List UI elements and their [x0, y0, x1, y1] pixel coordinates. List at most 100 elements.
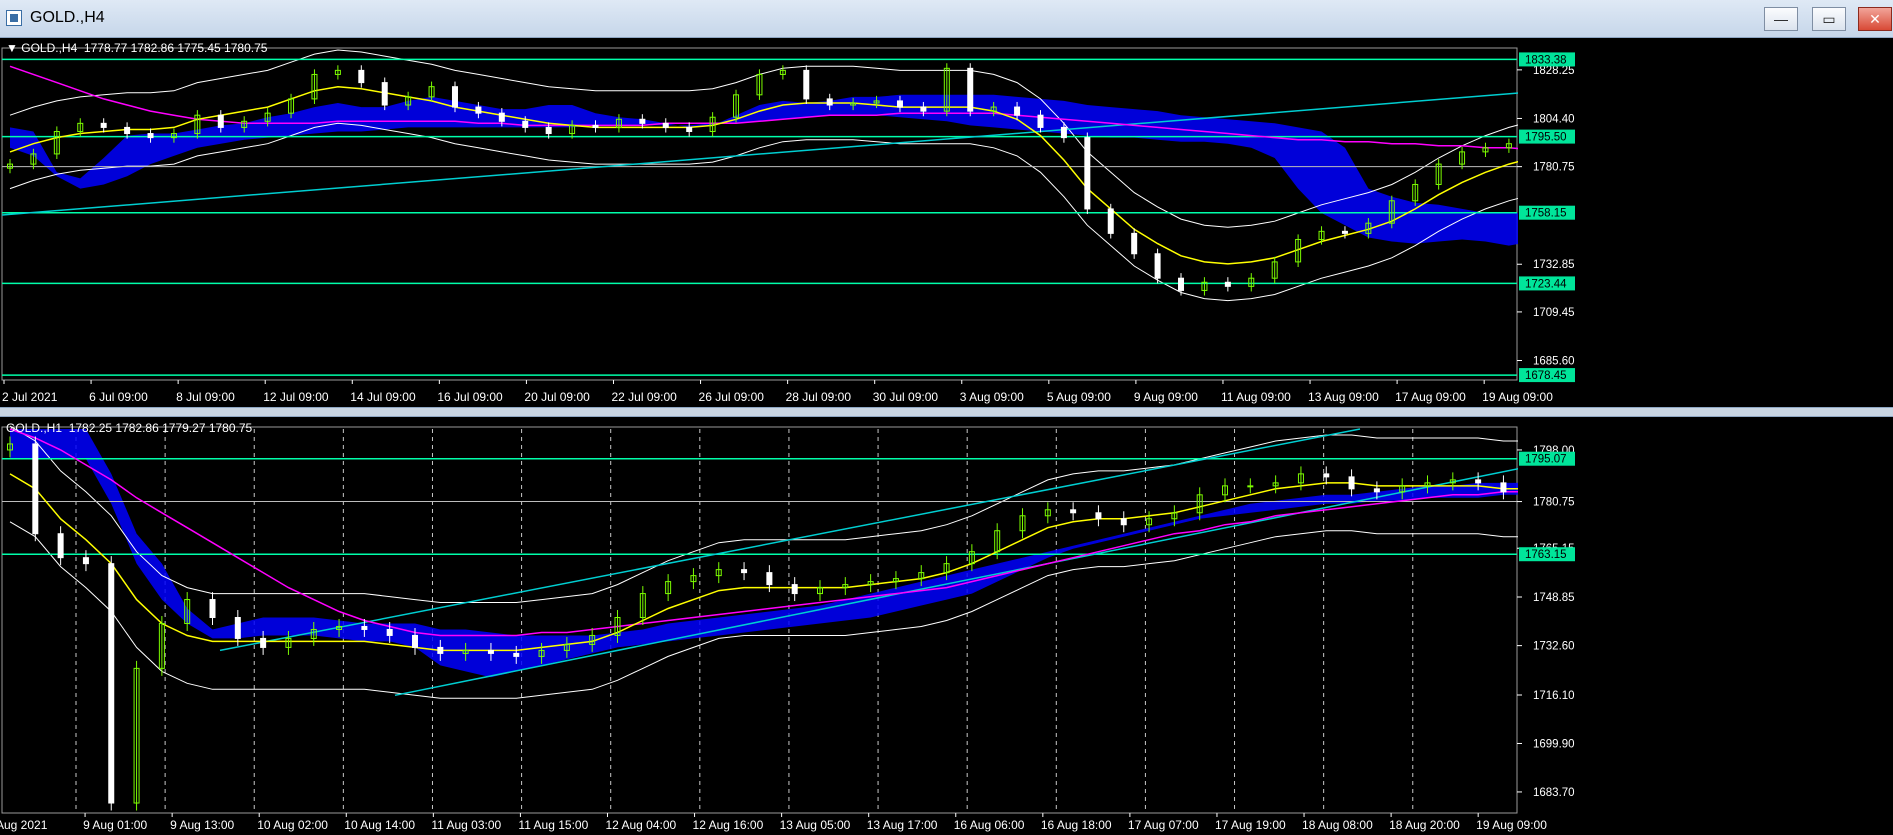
- time-axis-label: 26 Jul 09:00: [699, 390, 765, 404]
- candle-body: [896, 100, 903, 108]
- h4-ohlc-values: 1778.77 1782.86 1775.45 1780.75: [83, 41, 268, 55]
- price-tick-label: 1732.85: [1533, 259, 1575, 271]
- candle-body: [545, 126, 552, 135]
- pane-separator[interactable]: [0, 407, 1893, 417]
- level-price-badge-label: 1723.44: [1525, 278, 1567, 290]
- level-price-badge-label: 1678.45: [1525, 370, 1567, 382]
- time-axis-label: Aug 2021: [0, 818, 48, 832]
- time-axis-label: 11 Aug 15:00: [518, 818, 588, 832]
- dropdown-triangle-icon[interactable]: ▼: [6, 41, 18, 55]
- candle-body: [475, 106, 482, 114]
- time-axis-label: 17 Aug 07:00: [1128, 818, 1199, 832]
- candle-body: [686, 126, 693, 133]
- candle-body: [639, 118, 646, 124]
- candle-body: [1107, 208, 1114, 234]
- price-tick-label: 1828.25: [1533, 65, 1575, 77]
- candle-body: [82, 557, 89, 565]
- time-axis-label: 12 Aug 04:00: [605, 818, 676, 832]
- h1-symbol-label: GOLD.,H1: [6, 421, 63, 435]
- price-axis: [1518, 417, 1893, 835]
- time-axis-label: 19 Aug 09:00: [1482, 390, 1553, 404]
- candle-body: [412, 634, 418, 648]
- candle-body: [803, 69, 810, 100]
- time-axis-label: 9 Aug 13:00: [170, 818, 234, 832]
- candle-body: [1500, 482, 1507, 493]
- minimize-button[interactable]: —: [1764, 7, 1798, 31]
- candle-body: [1341, 230, 1348, 234]
- time-axis-label: 16 Aug 06:00: [954, 818, 1025, 832]
- candle-body: [1154, 253, 1161, 279]
- candle-body: [967, 67, 974, 112]
- candle-body: [358, 69, 365, 84]
- candle-body: [1070, 509, 1077, 514]
- time-axis-label: 10 Aug 14:00: [344, 818, 415, 832]
- price-tick-label: 1685.60: [1533, 356, 1575, 368]
- level-price-badge-label: 1758.15: [1525, 208, 1567, 220]
- candle-body: [662, 122, 669, 128]
- h1-symbol-info: GOLD.,H1 1782.25 1782.86 1779.27 1780.75: [6, 421, 252, 435]
- ichimoku-cloud: [10, 429, 1630, 678]
- h4-price-chart[interactable]: 1828.25 1804.40 1780.75 1732.85 1709.45 1685.…: [0, 38, 1893, 407]
- time-axis-label: 9 Aug 01:00: [83, 818, 147, 832]
- candle-body: [1131, 232, 1138, 255]
- price-tick-label: 1683.70: [1533, 787, 1575, 799]
- h1-ohlc-values: 1782.25 1782.86 1779.27 1780.75: [68, 421, 253, 435]
- h4-symbol-info: ▼ GOLD.,H4 1778.77 1782.86 1775.45 1780.…: [6, 41, 267, 55]
- candle-body: [57, 533, 64, 559]
- time-axis-label: 5 Aug 09:00: [1047, 390, 1111, 404]
- time-axis-label: 28 Jul 09:00: [786, 390, 852, 404]
- h1-chart-pane[interactable]: 1798.001780.751765.151748.851732.601716.…: [0, 417, 1893, 835]
- price-axis: [1518, 38, 1893, 407]
- h1-price-chart[interactable]: 1798.001780.751765.151748.851732.601716.…: [0, 417, 1893, 835]
- time-axis-label: 12 Jul 09:00: [263, 390, 329, 404]
- candle-body: [217, 114, 224, 128]
- candle-body: [826, 98, 833, 106]
- time-axis-label: 16 Aug 18:00: [1041, 818, 1112, 832]
- candle-body: [1084, 137, 1091, 210]
- ichimoku-cloud: [10, 94, 1626, 246]
- restore-button[interactable]: ▭: [1812, 7, 1846, 31]
- candle-body: [766, 572, 773, 586]
- candle-body: [386, 628, 393, 636]
- price-tick-label: 1804.40: [1533, 113, 1575, 125]
- time-axis-label: 20 Jul 09:00: [524, 390, 590, 404]
- window-title: GOLD.,H4: [30, 9, 105, 26]
- level-price-badge-label: 1795.07: [1525, 454, 1567, 466]
- time-axis-label: 12 Aug 16:00: [693, 818, 764, 832]
- candle-body: [1060, 126, 1067, 139]
- time-axis-label: 11 Aug 03:00: [431, 818, 501, 832]
- time-axis-label: 16 Jul 09:00: [437, 390, 503, 404]
- time-axis-label: 19 Aug 09:00: [1476, 818, 1547, 832]
- level-price-badge-label: 1795.50: [1525, 132, 1567, 144]
- candle-body: [513, 652, 520, 657]
- candle-body: [100, 122, 107, 128]
- price-tick-label: 1716.10: [1533, 690, 1575, 702]
- candle-body: [1120, 518, 1127, 526]
- candle-body: [592, 124, 599, 128]
- candle-body: [920, 106, 927, 112]
- candle-body: [1178, 277, 1185, 291]
- close-button[interactable]: ✕: [1858, 7, 1892, 31]
- slow-moving-average-line: [9, 428, 1630, 637]
- candle-body: [1037, 114, 1044, 128]
- time-axis-label: 13 Aug 17:00: [867, 818, 938, 832]
- time-axis-label: 22 Jul 09:00: [611, 390, 677, 404]
- time-axis-label: 9 Aug 09:00: [1134, 390, 1198, 404]
- h4-chart-pane[interactable]: 1828.25 1804.40 1780.75 1732.85 1709.45 1685.…: [0, 38, 1893, 407]
- candle-body: [381, 82, 388, 106]
- time-axis-label: 17 Aug 19:00: [1215, 818, 1286, 832]
- time-axis-label: 18 Aug 08:00: [1302, 818, 1373, 832]
- chart-window-icon: [6, 10, 22, 26]
- candle-body: [147, 133, 154, 139]
- price-tick-label: 1709.45: [1533, 307, 1575, 319]
- time-axis-label: 3 Aug 09:00: [960, 390, 1024, 404]
- candle-body: [32, 443, 39, 535]
- candle-body: [1323, 473, 1330, 478]
- price-tick-label: 1732.60: [1533, 641, 1575, 653]
- time-axis-label: 8 Jul 09:00: [176, 390, 235, 404]
- time-axis-label: 18 Aug 20:00: [1389, 818, 1460, 832]
- level-price-badge-label: 1833.38: [1525, 54, 1567, 66]
- candle-body: [1224, 281, 1231, 287]
- bollinger-upper-band: [9, 425, 1631, 603]
- candle-body: [791, 584, 798, 595]
